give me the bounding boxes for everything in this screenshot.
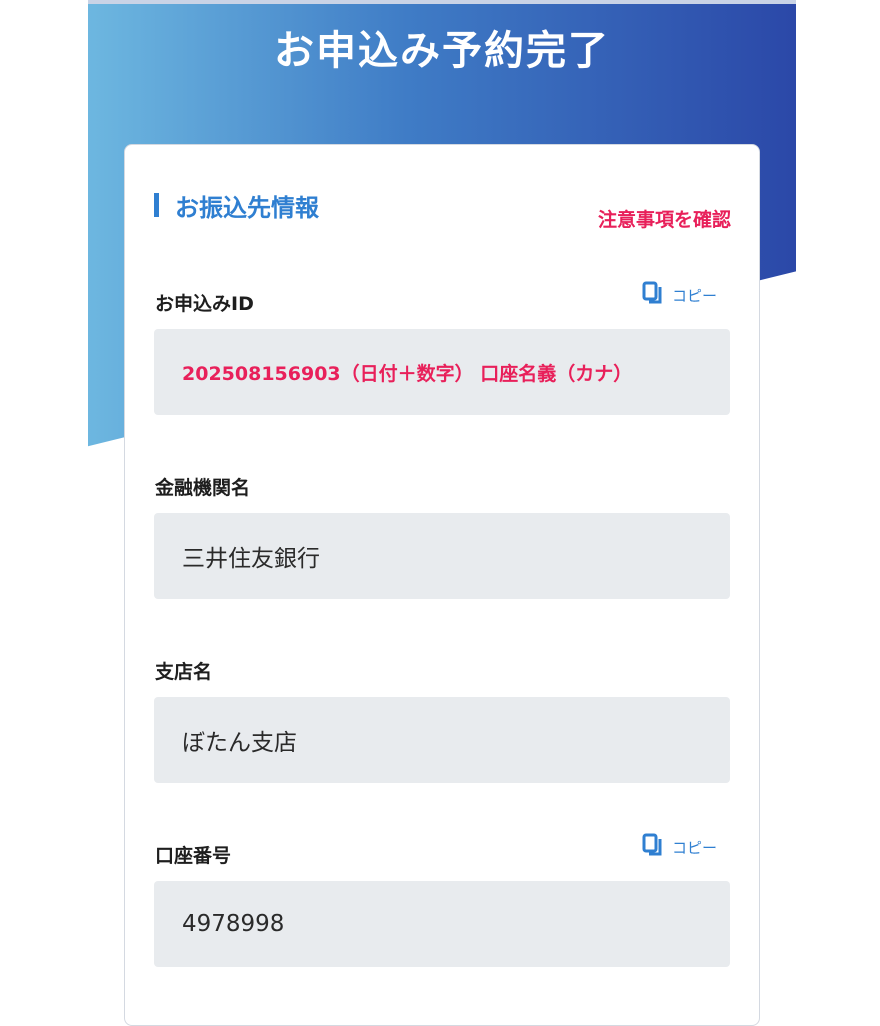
account-number-label: 口座番号 — [155, 845, 232, 867]
branch-name-label: 支店名 — [155, 661, 213, 683]
bank-name-label: 金融機関名 — [155, 477, 251, 499]
copy-label: コピー — [671, 839, 717, 857]
copy-label: コピー — [671, 287, 717, 305]
notice-link[interactable]: 注意事項を確認 — [598, 205, 731, 232]
copy-icon — [642, 281, 662, 303]
copy-account-number-button[interactable]: コピー — [642, 831, 717, 858]
transfer-info-card: お振込先情報 注意事項を確認 お申込みID コピー 202508156903（日… — [124, 144, 760, 1026]
copy-icon — [642, 833, 662, 855]
copy-application-id-button[interactable]: コピー — [642, 279, 717, 306]
branch-name-value: ぼたん支店 — [154, 697, 730, 783]
bank-name-value: 三井住友銀行 — [154, 513, 730, 599]
section-accent-bar — [154, 193, 159, 217]
application-id-label: お申込みID — [155, 293, 254, 315]
page-title: お申込み予約完了 — [274, 28, 610, 74]
account-number-value: 4978998 — [154, 881, 730, 967]
application-id-value: 202508156903（日付＋数字） 口座名義（カナ） — [154, 329, 730, 415]
top-divider — [88, 0, 796, 4]
section-title: お振込先情報 — [175, 194, 319, 222]
